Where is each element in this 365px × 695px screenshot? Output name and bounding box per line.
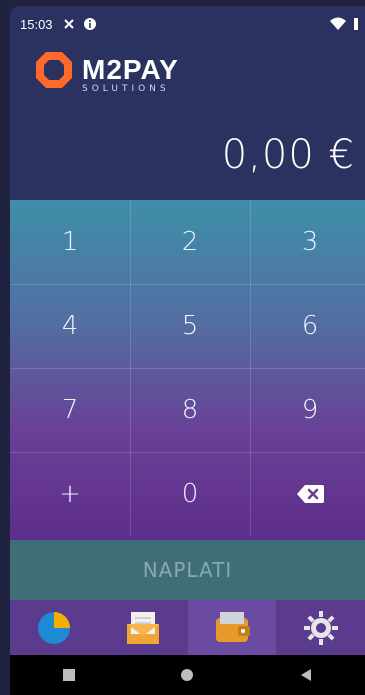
home-icon bbox=[181, 669, 194, 681]
m2pay-logo-icon bbox=[36, 52, 72, 88]
key-5[interactable]: 5 bbox=[130, 284, 251, 369]
gear-icon bbox=[303, 610, 338, 645]
key-0[interactable]: 0 bbox=[130, 452, 251, 536]
key-3[interactable]: 3 bbox=[250, 200, 365, 285]
key-1[interactable]: 1 bbox=[10, 200, 131, 285]
header: M2PAY SOLUTIONS 0,00 € bbox=[10, 42, 365, 200]
key-label: 4 bbox=[61, 311, 79, 341]
key-label: 2 bbox=[181, 227, 199, 257]
system-nav-bar bbox=[10, 655, 365, 695]
receipt-icon bbox=[127, 611, 160, 644]
key-label: 6 bbox=[301, 311, 319, 341]
x-icon bbox=[63, 19, 74, 29]
app-screen: 15:03 M2PAY SOLUTIONS 0,00 € 1 2 3 4 5 6… bbox=[0, 0, 365, 695]
status-bar: 15:03 bbox=[10, 6, 365, 42]
backspace-icon bbox=[297, 485, 324, 503]
key-label: + bbox=[59, 479, 81, 509]
key-6[interactable]: 6 bbox=[250, 284, 365, 369]
key-2[interactable]: 2 bbox=[130, 200, 251, 285]
recent-apps-button[interactable] bbox=[59, 665, 79, 685]
key-label: 9 bbox=[301, 395, 319, 425]
brand-tagline: SOLUTIONS bbox=[82, 84, 170, 94]
status-time: 15:03 bbox=[20, 16, 53, 32]
back-icon bbox=[300, 669, 311, 681]
key-7[interactable]: 7 bbox=[10, 368, 131, 453]
brand-logo: M2PAY SOLUTIONS bbox=[34, 50, 204, 94]
key-label: 3 bbox=[301, 227, 319, 257]
key-label: 1 bbox=[61, 227, 79, 257]
tab-wallet[interactable] bbox=[187, 600, 277, 655]
key-4[interactable]: 4 bbox=[10, 284, 131, 369]
bottom-tabs bbox=[10, 600, 365, 655]
amount-display: 0,00 € bbox=[221, 132, 355, 178]
key-9[interactable]: 9 bbox=[250, 368, 365, 453]
home-button[interactable] bbox=[177, 665, 197, 685]
battery-icon bbox=[354, 18, 358, 30]
status-left-icons bbox=[63, 17, 97, 31]
back-button[interactable] bbox=[296, 665, 316, 685]
key-8[interactable]: 8 bbox=[130, 368, 251, 453]
status-right-icons bbox=[329, 17, 365, 31]
keypad: 1 2 3 4 5 6 7 8 9 + 0 bbox=[10, 200, 365, 540]
key-plus[interactable]: + bbox=[10, 452, 131, 536]
pie-chart-icon bbox=[38, 611, 71, 644]
pay-button[interactable]: NAPLATI bbox=[10, 540, 365, 600]
pay-button-label: NAPLATI bbox=[142, 558, 233, 582]
key-label: 5 bbox=[181, 311, 199, 341]
recent-icon bbox=[63, 669, 76, 681]
tab-settings[interactable] bbox=[276, 600, 365, 655]
tab-receipts[interactable] bbox=[99, 600, 188, 655]
key-label: 7 bbox=[61, 395, 79, 425]
wallet-icon bbox=[215, 611, 250, 642]
brand-name: M2PAY bbox=[82, 54, 179, 85]
backspace-button[interactable] bbox=[250, 452, 365, 536]
key-label: 8 bbox=[181, 395, 199, 425]
tab-stats[interactable] bbox=[10, 600, 99, 655]
info-icon bbox=[83, 18, 96, 30]
key-label: 0 bbox=[181, 479, 199, 509]
wifi-icon bbox=[330, 17, 346, 30]
